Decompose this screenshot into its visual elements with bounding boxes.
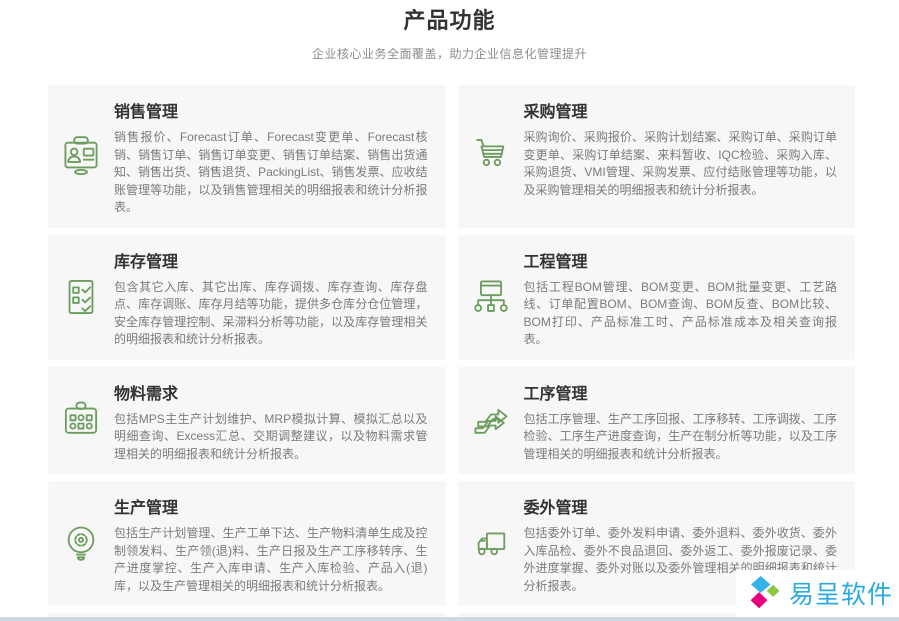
card-content: 物料需求 包括MPS主生产计划维护、MRP模拟计算、模拟汇总以及明细查询、Exc… — [114, 367, 446, 475]
inventory-checklist-icon — [59, 275, 103, 319]
feature-card: 工序管理 包括工序管理、生产工序回报、工序移转、工序调拨、工序检验、工序生产进度… — [458, 367, 856, 475]
card-description: 包含其它入库、其它出库、库存调拨、库存查询、库存盘点、库存调账、库存月结等功能，… — [114, 279, 428, 349]
card-content: 销售管理 销售报价、Forecast订单、Forecast变更单、Forecas… — [114, 85, 446, 228]
card-description: 销售报价、Forecast订单、Forecast变更单、Forecast核销、销… — [114, 129, 428, 217]
production-bulb-gear-icon — [59, 522, 103, 566]
card-description: 包括MPS主生产计划维护、MRP模拟计算、模拟汇总以及明细查询、Excess汇总… — [114, 411, 428, 464]
card-description: 包括工程BOM管理、BOM变更、BOM批量变更、工艺路线、订单配置BOM、BOM… — [524, 279, 838, 349]
outsourcing-truck-icon — [469, 522, 513, 566]
card-icon-col — [48, 481, 114, 606]
cards-grid: 销售管理 销售报价、Forecast订单、Forecast变更单、Forecas… — [48, 85, 855, 621]
feature-card: 销售管理 销售报价、Forecast订单、Forecast变更单、Forecas… — [48, 85, 446, 228]
feature-card: 采购管理 采购询价、采购报价、采购计划结案、采购订单、采购订单变更单、采购订单结… — [458, 85, 856, 228]
bom-sitemap-icon — [469, 275, 513, 319]
shopping-cart-icon — [469, 134, 513, 178]
brand-name: 易呈软件 — [789, 575, 893, 611]
product-features-page: 产品功能 企业核心业务全面覆盖，助力企业信息化管理提升 销售管理 销售报价、Fo… — [0, 0, 899, 621]
page-title: 产品功能 — [0, 3, 899, 35]
card-content: 采购管理 采购询价、采购报价、采购计划结案、采购订单、采购订单变更单、采购订单结… — [524, 85, 856, 228]
card-title: 物料需求 — [114, 380, 428, 404]
card-description: 包括工序管理、生产工序回报、工序移转、工序调拨、工序检验、工序生产进度查询，生产… — [524, 411, 838, 464]
footer-strip — [0, 617, 899, 621]
card-icon-col — [48, 235, 114, 360]
card-content: 库存管理 包含其它入库、其它出库、库存调拨、库存查询、库存盘点、库存调账、库存月… — [114, 235, 446, 360]
card-description: 采购询价、采购报价、采购计划结案、采购订单、采购订单变更单、采购订单结案、来料暂… — [524, 129, 838, 199]
brand-diamond-icon — [748, 575, 782, 611]
card-title: 工序管理 — [524, 380, 838, 404]
brand-logo: 易呈软件 — [736, 570, 899, 618]
feature-card: 工程管理 包括工程BOM管理、BOM变更、BOM批量变更、工艺路线、订单配置BO… — [458, 235, 856, 360]
feature-card: 库存管理 包含其它入库、其它出库、库存调拨、库存查询、库存盘点、库存调账、库存月… — [48, 235, 446, 360]
page-subtitle: 企业核心业务全面覆盖，助力企业信息化管理提升 — [0, 45, 899, 62]
card-icon-col — [458, 367, 524, 475]
card-title: 委外管理 — [524, 494, 838, 518]
card-description: 包括生产计划管理、生产工单下达、生产物料清单生成及控制领发料、生产领(退)料、生… — [114, 525, 428, 595]
card-icon-col — [48, 85, 114, 228]
card-content: 工程管理 包括工程BOM管理、BOM变更、BOM批量变更、工艺路线、订单配置BO… — [524, 235, 856, 360]
card-icon-col — [458, 235, 524, 360]
card-content: 工序管理 包括工序管理、生产工序回报、工序移转、工序调拨、工序检验、工序生产进度… — [524, 367, 856, 475]
feature-card: 生产管理 包括生产计划管理、生产工单下达、生产物料清单生成及控制领发料、生产领(… — [48, 481, 446, 606]
calendar-icon — [59, 398, 103, 442]
card-content: 生产管理 包括生产计划管理、生产工单下达、生产物料清单生成及控制领发料、生产领(… — [114, 481, 446, 606]
card-icon-col — [458, 481, 524, 606]
card-title: 工程管理 — [524, 248, 838, 272]
id-card-icon — [59, 134, 103, 178]
page-header: 产品功能 企业核心业务全面覆盖，助力企业信息化管理提升 — [0, 0, 899, 62]
process-flow-icon — [469, 398, 513, 442]
card-icon-col — [458, 85, 524, 228]
card-title: 库存管理 — [114, 248, 428, 272]
feature-card: 物料需求 包括MPS主生产计划维护、MRP模拟计算、模拟汇总以及明细查询、Exc… — [48, 367, 446, 475]
card-title: 采购管理 — [524, 98, 838, 122]
card-icon-col — [48, 367, 114, 475]
card-title: 销售管理 — [114, 98, 428, 122]
card-title: 生产管理 — [114, 494, 428, 518]
